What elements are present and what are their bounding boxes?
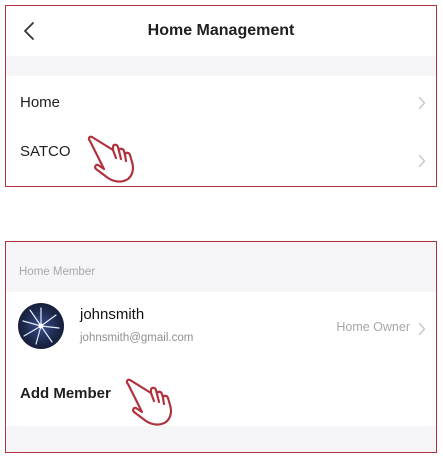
member-row[interactable]: johnsmith johnsmith@gmail.com Home Owner xyxy=(6,292,436,362)
member-email: johnsmith@gmail.com xyxy=(80,332,194,344)
pointing-hand-icon xyxy=(125,378,173,426)
home-list-item-home[interactable]: Home xyxy=(6,76,436,130)
navigation-bar: Home Management xyxy=(6,6,436,56)
home-list-item-label: Home xyxy=(20,94,61,111)
chevron-right-icon xyxy=(418,322,426,336)
home-list-item-label: SATCO xyxy=(20,143,71,160)
home-management-panel: Home Management Home SATCO xyxy=(5,5,437,187)
chevron-right-icon xyxy=(418,154,426,168)
home-members-panel: Home Member johnsmith johnsmith@gmail.co… xyxy=(5,241,437,453)
starburst-avatar-icon xyxy=(18,303,64,349)
page-title: Home Management xyxy=(147,22,295,39)
pointing-hand-icon xyxy=(87,135,135,183)
add-member-label: Add Member xyxy=(20,385,111,402)
chevron-right-icon xyxy=(418,96,426,110)
home-list-item-satco[interactable]: SATCO xyxy=(6,130,436,186)
member-role: Home Owner xyxy=(336,320,410,334)
add-member-button[interactable]: Add Member xyxy=(6,362,436,426)
member-name: johnsmith xyxy=(80,306,145,323)
section-title: Home Member xyxy=(19,266,96,278)
